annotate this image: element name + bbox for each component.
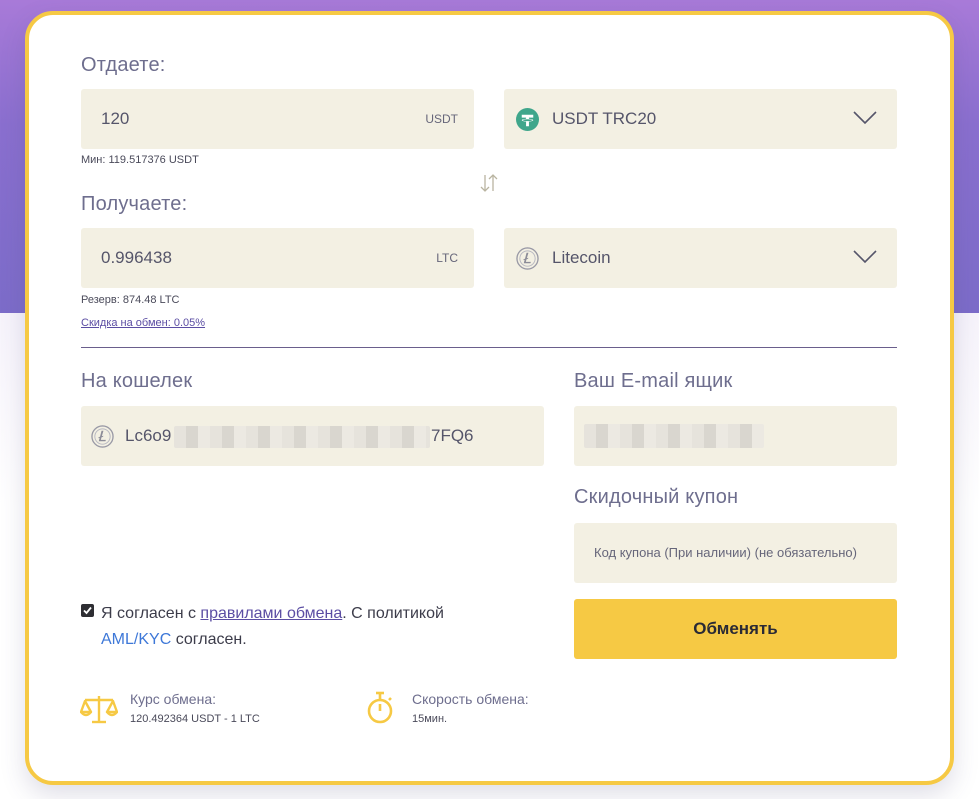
receive-currency-name: Litecoin bbox=[552, 248, 611, 267]
give-currency-select[interactable]: USDT TRC20 bbox=[504, 89, 897, 149]
scales-icon bbox=[80, 696, 118, 724]
give-amount-unit: USDT bbox=[425, 112, 458, 126]
speed-value: 15мин. bbox=[412, 713, 448, 725]
stopwatch-icon bbox=[367, 691, 393, 724]
rate-title: Курс обмена: bbox=[130, 691, 216, 707]
agreement-suffix: согласен. bbox=[171, 631, 247, 648]
reserve-text: Резерв: 874.48 LTC bbox=[81, 294, 180, 306]
coupon-placeholder: Код купона (При наличии) (не обязательно… bbox=[594, 545, 857, 560]
agreement-prefix: Я согласен с bbox=[101, 605, 201, 622]
give-currency-name: USDT TRC20 bbox=[552, 109, 657, 128]
agreement-middle: . С политикой bbox=[342, 605, 444, 622]
email-label: Ваш E-mail ящик bbox=[574, 370, 733, 392]
receive-label: Получаете: bbox=[81, 193, 188, 215]
litecoin-icon bbox=[91, 425, 114, 448]
coupon-input[interactable]: Код купона (При наличии) (не обязательно… bbox=[574, 523, 897, 583]
min-amount-text: Мин: 119.517376 USDT bbox=[81, 154, 199, 166]
divider bbox=[81, 347, 897, 348]
agree-checkbox[interactable] bbox=[81, 604, 94, 617]
redacted-email-blur bbox=[584, 424, 764, 448]
give-amount-input[interactable]: 120 USDT bbox=[81, 89, 474, 149]
coupon-label: Скидочный купон bbox=[574, 486, 739, 508]
give-label: Отдаете: bbox=[81, 54, 166, 76]
tether-icon bbox=[516, 108, 539, 131]
agreement-text: Я согласен с правилами обмена. С политик… bbox=[101, 601, 501, 653]
discount-link[interactable]: Скидка на обмен: 0.05% bbox=[81, 317, 205, 329]
litecoin-icon bbox=[516, 247, 539, 270]
receive-currency-select[interactable]: Litecoin bbox=[504, 228, 897, 288]
aml-kyc-link[interactable]: AML/KYC bbox=[101, 631, 171, 648]
give-amount-value: 120 bbox=[101, 109, 130, 128]
chevron-down-icon bbox=[853, 250, 877, 264]
wallet-address-input[interactable]: Lc6o9 7FQ6 bbox=[81, 406, 544, 466]
rate-value: 120.492364 USDT - 1 LTC bbox=[130, 713, 260, 725]
wallet-label: На кошелек bbox=[81, 370, 193, 392]
receive-amount-input[interactable]: 0.996438 LTC bbox=[81, 228, 474, 288]
receive-amount-unit: LTC bbox=[436, 251, 458, 265]
chevron-down-icon bbox=[853, 111, 877, 125]
receive-amount-value: 0.996438 bbox=[101, 248, 172, 267]
speed-title: Скорость обмена: bbox=[412, 691, 529, 707]
redacted-address-blur bbox=[174, 426, 430, 448]
wallet-address-start: Lc6o9 bbox=[125, 426, 172, 445]
exchange-button[interactable]: Обменять bbox=[574, 599, 897, 659]
check-icon bbox=[83, 606, 92, 615]
rules-link[interactable]: правилами обмена bbox=[200, 605, 342, 622]
wallet-address-end: 7FQ6 bbox=[431, 426, 474, 445]
swap-arrows-icon[interactable] bbox=[478, 172, 500, 194]
email-input[interactable] bbox=[574, 406, 897, 466]
